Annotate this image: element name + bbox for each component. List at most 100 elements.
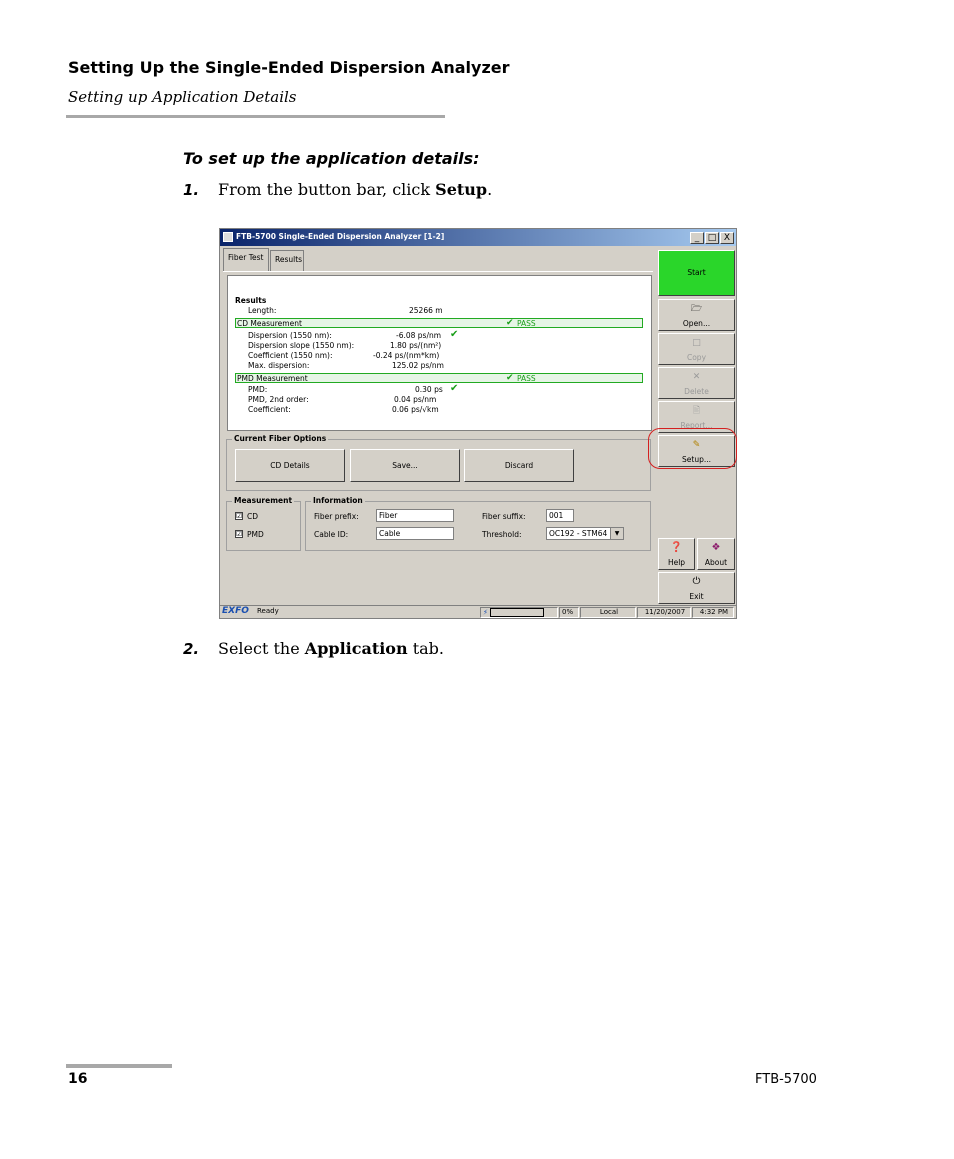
measurement-group: Measurement ☑ CD ☑ PMD: [226, 496, 301, 551]
about-label: About: [704, 558, 728, 567]
pmd-row-label: PMD, 2nd order:: [248, 395, 309, 404]
maximize-button[interactable]: □: [705, 232, 719, 244]
fiber-prefix-input[interactable]: Fiber: [376, 509, 454, 522]
help-label: Help: [667, 558, 686, 567]
exfo-logo: EXFO: [222, 606, 249, 616]
tab-divider: [223, 271, 653, 272]
about-button[interactable]: ❖ About: [697, 538, 735, 570]
cd-row-value: 1.80 ps/(nm²): [390, 341, 442, 350]
chevron-down-icon[interactable]: ▼: [610, 528, 623, 539]
cd-section-label: CD Measurement: [237, 319, 302, 328]
tab-fiber-test[interactable]: Fiber Test: [223, 248, 269, 271]
folder-open-icon: 🗁: [690, 304, 703, 314]
copy-label: Copy: [686, 353, 707, 362]
pmd-row-value: 0.04 ps/nm: [394, 395, 437, 404]
probe-icon: ⚡: [483, 608, 488, 617]
cable-id-input[interactable]: Cable: [376, 527, 454, 540]
measurement-label: Measurement: [232, 496, 295, 505]
step-text-pre: Select the: [218, 639, 305, 658]
progress-bar: [489, 608, 544, 617]
open-button[interactable]: 🗁 Open...: [658, 299, 735, 331]
section-subtitle: Setting up Application Details: [68, 88, 297, 106]
copy-button[interactable]: □ Copy: [658, 333, 735, 365]
section-title: Setting Up the Single-Ended Dispersion A…: [68, 58, 510, 77]
pmd-checkbox[interactable]: ☑: [235, 530, 243, 538]
pmd-section-bar: PMD Measurement ✔ PASS: [235, 373, 643, 383]
discard-button[interactable]: Discard: [464, 449, 574, 482]
step-1: 1. From the button bar, click Setup.: [183, 180, 492, 199]
pmd-status: PASS: [517, 374, 536, 383]
length-label: Length:: [248, 306, 277, 315]
information-group: Information Fiber prefix: Fiber Cable ID…: [305, 496, 651, 551]
step-text-bold: Setup: [435, 180, 488, 199]
step-text-post: tab.: [407, 639, 444, 658]
pmd-row-label: PMD:: [248, 385, 268, 394]
mode-cell: Local: [580, 607, 636, 618]
threshold-value: OC192 - STM64: [549, 529, 608, 538]
threshold-select[interactable]: OC192 - STM64 ▼: [546, 527, 624, 540]
length-value: 25266 m: [409, 306, 443, 315]
progress-percent: 0%: [559, 607, 579, 618]
cd-checkbox[interactable]: ☑: [235, 512, 243, 520]
cd-checkbox-label: CD: [247, 512, 259, 521]
cd-status: PASS: [517, 319, 536, 328]
cd-row-label: Dispersion (1550 nm):: [248, 331, 332, 340]
status-bar: EXFO Ready ⚡ 0% Local 11/20/2007 4:32 PM: [220, 605, 736, 618]
threshold-label: Threshold:: [482, 530, 522, 539]
start-button[interactable]: Start: [658, 250, 735, 296]
fiber-options-label: Current Fiber Options: [232, 434, 329, 443]
delete-icon: ✕: [692, 372, 701, 382]
pmd-row-value: 0.06 ps/√km: [392, 405, 439, 414]
time-cell: 4:32 PM: [692, 607, 734, 618]
step-2: 2. Select the Application tab.: [183, 639, 444, 658]
setup-highlight: [648, 428, 737, 469]
step-text-pre: From the button bar, click: [218, 180, 436, 199]
window-title: FTB-5700 Single-Ended Dispersion Analyze…: [236, 232, 445, 241]
step-text-post: .: [487, 180, 493, 199]
step-number: 1.: [183, 181, 200, 199]
step-text: From the button bar, click Setup.: [218, 180, 492, 199]
save-button[interactable]: Save...: [350, 449, 460, 482]
pass-check-icon: ✔: [506, 373, 514, 383]
minimize-button[interactable]: _: [690, 232, 704, 244]
close-button[interactable]: X: [720, 232, 734, 244]
information-label: Information: [311, 496, 365, 505]
cd-row-label: Max. dispersion:: [248, 361, 310, 370]
cd-row-value: -0.24 ps/(nm*km): [373, 351, 440, 360]
fiber-suffix-label: Fiber suffix:: [482, 512, 526, 521]
check-icon: ✔: [450, 329, 459, 340]
step-text: Select the Application tab.: [218, 639, 444, 658]
tab-results[interactable]: Results: [270, 250, 304, 271]
cd-row-label: Coefficient (1550 nm):: [248, 351, 333, 360]
delete-button[interactable]: ✕ Delete: [658, 367, 735, 399]
check-icon: ✔: [450, 383, 459, 394]
fiber-suffix-input[interactable]: 001: [546, 509, 574, 522]
help-button[interactable]: ❓ Help: [658, 538, 695, 570]
exit-button[interactable]: ⏻ Exit: [658, 572, 735, 604]
power-icon: ⏻: [692, 576, 701, 587]
pmd-row-label: Coefficient:: [248, 405, 291, 414]
app-icon: [223, 232, 233, 242]
step-number: 2.: [183, 640, 200, 658]
help-icon: ❓: [670, 542, 683, 553]
date-cell: 11/20/2007: [637, 607, 691, 618]
pmd-checkbox-label: PMD: [247, 530, 264, 539]
header-rule: [66, 115, 445, 118]
fiber-options-group: Current Fiber Options CD Details Save...…: [226, 434, 651, 491]
exit-label: Exit: [689, 592, 704, 601]
app-window: FTB-5700 Single-Ended Dispersion Analyze…: [219, 228, 737, 619]
book-icon: ❖: [711, 542, 721, 553]
results-heading: Results: [235, 296, 267, 305]
pass-check-icon: ✔: [506, 318, 514, 328]
progress-cell: ⚡: [480, 607, 558, 618]
pmd-section-label: PMD Measurement: [237, 374, 308, 383]
title-bar: FTB-5700 Single-Ended Dispersion Analyze…: [220, 229, 736, 246]
cd-row-label: Dispersion slope (1550 nm):: [248, 341, 355, 350]
open-label: Open...: [682, 319, 711, 328]
pmd-row-value: 0.30 ps: [415, 385, 443, 394]
report-icon: 🖹: [692, 406, 701, 416]
cd-section-bar: CD Measurement ✔ PASS: [235, 318, 643, 328]
page-number: 16: [68, 1071, 88, 1087]
cd-details-button[interactable]: CD Details: [235, 449, 345, 482]
fiber-prefix-label: Fiber prefix:: [314, 512, 359, 521]
